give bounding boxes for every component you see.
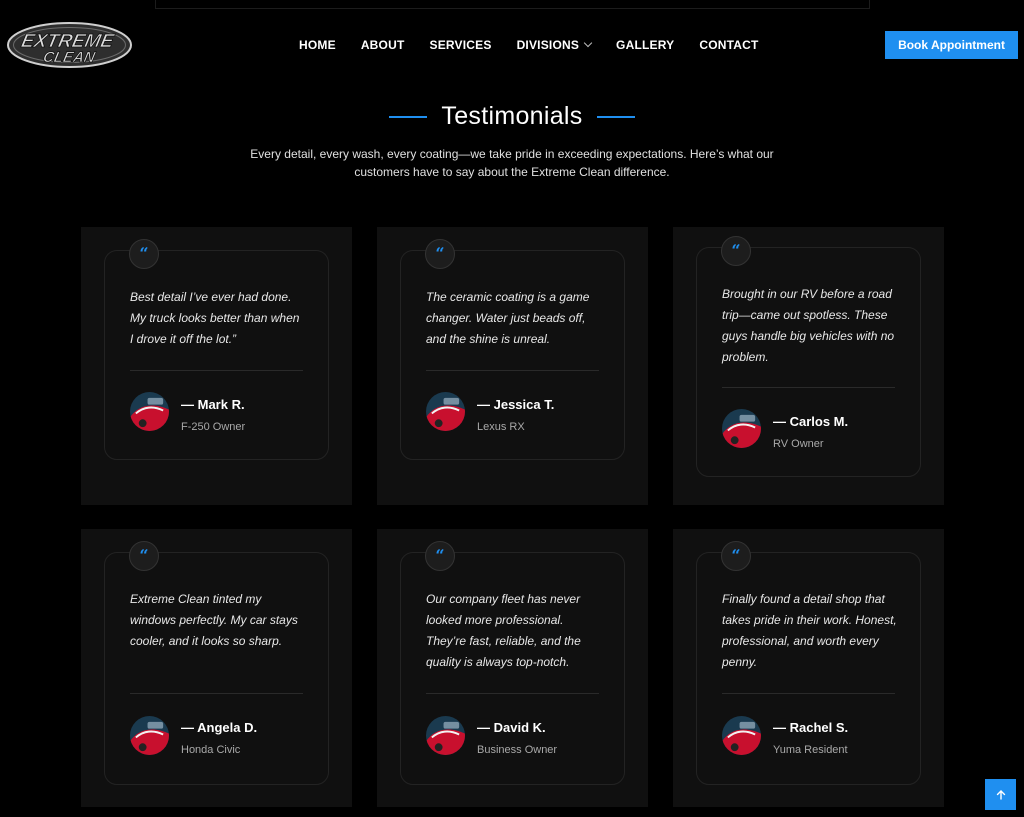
quote-glyph: “ [435, 546, 445, 565]
testimonial-author: — Rachel S. [773, 720, 849, 735]
testimonial-divider [130, 693, 303, 694]
header-top-outline [155, 0, 870, 9]
testimonial-inner-box: “ Brought in our RV before a road trip—c… [696, 236, 921, 477]
testimonial-card: “ Extreme Clean tinted my windows perfec… [81, 529, 352, 807]
testimonial-role: Business Owner [477, 744, 558, 756]
testimonial-quote: The ceramic coating is a game changer. W… [426, 290, 590, 346]
testimonial-card: “ Our company fleet has never looked mor… [377, 529, 648, 807]
nav-about[interactable]: ABOUT [361, 38, 405, 52]
customer-avatar [426, 716, 465, 755]
testimonial-divider [722, 387, 895, 388]
quote-icon: “ [129, 541, 159, 571]
quote-glyph: “ [731, 546, 741, 565]
quote-glyph: “ [731, 241, 741, 260]
title-line-right [596, 115, 635, 118]
svg-text:CLEAN: CLEAN [41, 49, 97, 66]
nav-contact[interactable]: CONTACT [699, 38, 758, 52]
testimonial-quote: Best detail I’ve ever had done. My truck… [130, 290, 300, 346]
main-nav: HOME ABOUT SERVICES DIVISIONS GALLERY CO… [299, 38, 784, 52]
customer-avatar [130, 716, 169, 755]
testimonial-card: “ Finally found a detail shop that takes… [673, 529, 944, 807]
quote-icon: “ [129, 239, 159, 269]
testimonial-quote: Extreme Clean tinted my windows perfectl… [130, 592, 298, 648]
book-appointment-button[interactable]: Book Appointment [885, 31, 1018, 59]
testimonial-author: — Carlos M. [773, 414, 849, 429]
testimonial-inner-box: “ The ceramic coating is a game changer.… [400, 239, 625, 460]
site-logo[interactable]: EXTREME CLEAN [6, 20, 133, 70]
testimonial-divider [426, 370, 599, 371]
customer-avatar [722, 716, 761, 755]
testimonial-divider [426, 693, 599, 694]
title-row: Testimonials [0, 102, 1024, 131]
testimonial-quote: Finally found a detail shop that takes p… [722, 592, 897, 669]
testimonial-inner-box: “ Best detail I’ve ever had done. My tru… [104, 239, 329, 460]
title-line-left [389, 115, 428, 118]
quote-icon: “ [721, 541, 751, 571]
testimonial-role: Yuma Resident [773, 744, 848, 756]
testimonial-role: Lexus RX [477, 421, 525, 433]
testimonial-inner-box: “ Finally found a detail shop that takes… [696, 541, 921, 785]
testimonial-card: “ Best detail I’ve ever had done. My tru… [81, 227, 352, 505]
testimonial-quote: Brought in our RV before a road trip—cam… [722, 287, 895, 364]
testimonial-quote: Our company fleet has never looked more … [426, 592, 581, 669]
testimonials-header: Testimonials Every detail, every wash, e… [0, 102, 1024, 181]
quote-glyph: “ [139, 546, 149, 565]
extreme-clean-logo-icon: EXTREME CLEAN [7, 22, 132, 68]
testimonial-inner-box: “ Extreme Clean tinted my windows perfec… [104, 541, 329, 785]
chevron-down-icon [583, 38, 593, 48]
testimonial-author: — Mark R. [181, 397, 245, 412]
nav-services[interactable]: SERVICES [429, 38, 491, 52]
testimonial-author: — David K. [477, 720, 546, 735]
quote-glyph: “ [435, 244, 445, 263]
quote-icon: “ [721, 236, 751, 266]
arrow-up-icon [996, 789, 1005, 800]
scroll-to-top-button[interactable] [985, 779, 1016, 810]
testimonial-divider [130, 370, 303, 371]
customer-avatar [130, 392, 169, 431]
nav-divisions[interactable]: DIVISIONS [516, 38, 593, 52]
testimonial-card: “ The ceramic coating is a game changer.… [377, 227, 648, 505]
section-title: Testimonials [441, 102, 583, 130]
quote-icon: “ [425, 541, 455, 571]
nav-home[interactable]: HOME [299, 38, 336, 52]
customer-avatar [426, 392, 465, 431]
testimonial-inner-box: “ Our company fleet has never looked mor… [400, 541, 625, 785]
testimonial-author: — Angela D. [181, 720, 258, 735]
testimonial-role: Honda Civic [181, 744, 241, 756]
nav-gallery[interactable]: GALLERY [616, 38, 674, 52]
customer-avatar [722, 409, 761, 448]
nav-divisions-label: DIVISIONS [516, 38, 580, 52]
testimonial-role: F-250 Owner [181, 421, 246, 433]
site-header: EXTREME CLEAN HOME ABOUT SERVICES DIVISI… [0, 0, 1024, 92]
testimonial-card: “ Brought in our RV before a road trip—c… [673, 227, 944, 505]
quote-icon: “ [425, 239, 455, 269]
quote-glyph: “ [139, 244, 149, 263]
section-subtitle: Every detail, every wash, every coating—… [250, 147, 774, 179]
testimonial-divider [722, 693, 895, 694]
testimonial-role: RV Owner [773, 438, 824, 450]
testimonial-author: — Jessica T. [477, 397, 555, 412]
